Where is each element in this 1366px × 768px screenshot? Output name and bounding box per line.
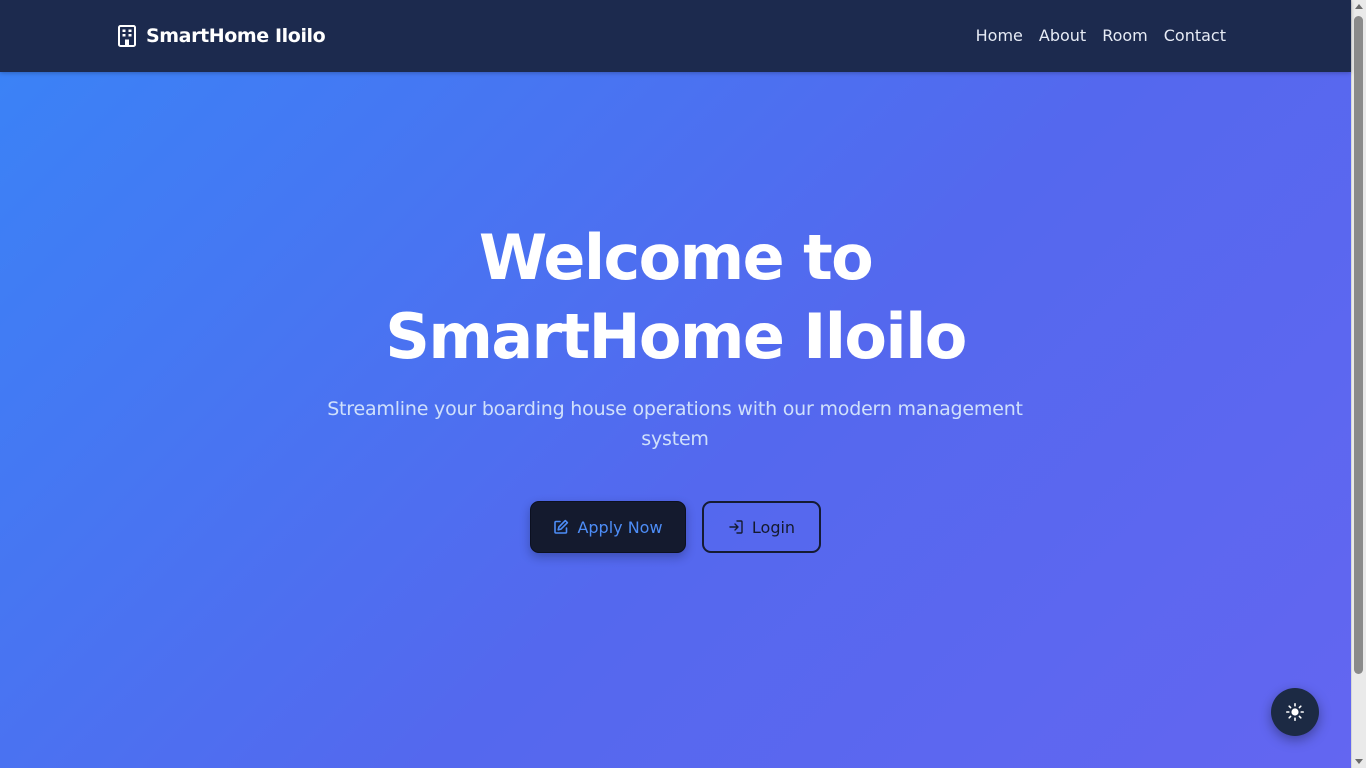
navbar: SmartHome Iloilo Home About Room Contact: [0, 0, 1351, 72]
nav-links: Home About Room Contact: [976, 24, 1226, 48]
sun-icon: [1286, 703, 1304, 721]
edit-icon: [554, 519, 569, 534]
nav-link-home[interactable]: Home: [976, 24, 1023, 48]
hero-title: Welcome to SmartHome Iloilo: [0, 218, 1351, 376]
sign-in-icon: [729, 520, 743, 534]
hero-section: Welcome to SmartHome Iloilo Streamline y…: [0, 72, 1351, 768]
brand-name: SmartHome Iloilo: [146, 25, 326, 47]
vertical-scrollbar[interactable]: [1351, 0, 1366, 768]
hero-title-line-2: SmartHome Iloilo: [385, 300, 967, 373]
login-label: Login: [751, 517, 796, 537]
scrollbar-thumb[interactable]: [1354, 16, 1363, 674]
apply-now-label: Apply Now: [577, 517, 663, 537]
login-button[interactable]: Login: [702, 501, 821, 553]
scroll-down-arrow-icon[interactable]: [1355, 759, 1363, 764]
hero-subtitle: Streamline your boarding house operation…: [327, 398, 1023, 450]
nav-link-contact[interactable]: Contact: [1164, 24, 1226, 48]
building-icon: [118, 25, 136, 47]
theme-toggle-button[interactable]: [1271, 688, 1319, 736]
brand-link[interactable]: SmartHome Iloilo: [118, 22, 326, 50]
nav-link-room[interactable]: Room: [1102, 24, 1148, 48]
hero-title-line-1: Welcome to: [478, 221, 874, 294]
scroll-up-arrow-icon[interactable]: [1355, 4, 1363, 9]
apply-now-button[interactable]: Apply Now: [530, 501, 686, 553]
page: SmartHome Iloilo Home About Room Contact…: [0, 0, 1366, 768]
nav-link-about[interactable]: About: [1039, 24, 1086, 48]
